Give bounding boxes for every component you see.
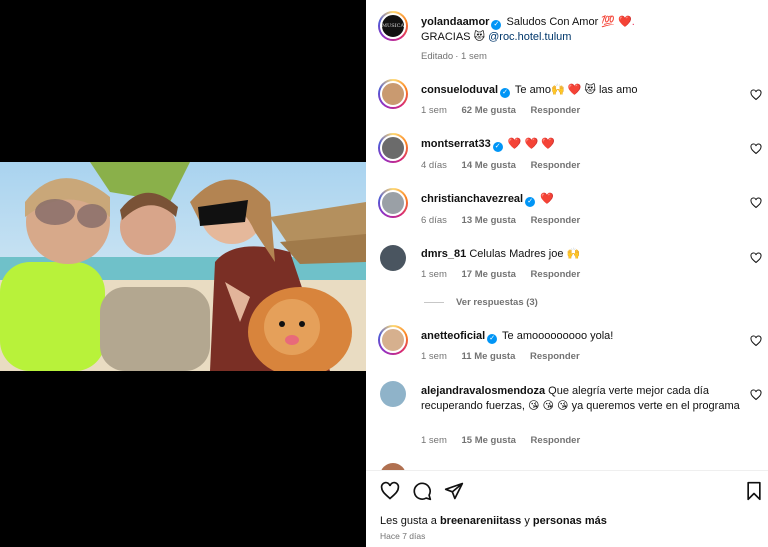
comment-bubble-icon[interactable] — [412, 481, 432, 501]
author-username[interactable]: yolandaamor — [421, 16, 489, 28]
edited-time: 1 sem — [461, 51, 487, 62]
caption: yolandaamor ✓ Saludos Con Amor 💯 ❤️. GRAC… — [421, 15, 740, 45]
comment-username[interactable]: consueloduval — [421, 84, 498, 96]
comment-meta: 1 sem 62 Me gusta Responder — [421, 105, 592, 116]
likes-user[interactable]: breenareniitass — [440, 515, 521, 527]
comment-username[interactable]: montserrat33 — [421, 138, 491, 150]
action-bar: Les gusta a breenareniitass y personas m… — [366, 471, 768, 547]
verified-badge-icon: ✓ — [492, 142, 503, 152]
comment-likes[interactable]: 17 Me gusta — [462, 269, 516, 280]
mention-link[interactable]: @roc.hotel.tulum — [488, 31, 571, 43]
comment-username[interactable]: anetteoficial — [421, 330, 485, 342]
reply-button[interactable]: Responder — [531, 435, 581, 446]
comment-meta: 1 sem 17 Me gusta Responder — [421, 269, 592, 280]
comment-text: ❤️ ❤️ ❤️ — [507, 138, 555, 150]
comment-text-row: consueloduval ✓ Te amo🙌 ❤️ 😻 las amo — [421, 83, 740, 98]
like-heart-icon[interactable] — [380, 481, 400, 501]
likes-mid: y — [524, 515, 530, 527]
comment-time: 6 días — [421, 215, 447, 226]
caption-emoji: 💯 ❤️. — [601, 16, 635, 28]
post-photo[interactable] — [0, 162, 366, 371]
comments-panel: MUSICA yolandaamor ✓ Saludos Con Amor 💯 ❤… — [366, 0, 768, 547]
reply-button[interactable]: Responder — [531, 269, 581, 280]
comments-scroll-area[interactable]: MUSICA yolandaamor ✓ Saludos Con Amor 💯 ❤… — [366, 0, 768, 470]
comment-time: 1 sem — [421, 105, 447, 116]
comment-username[interactable]: alejandravalosmendoza — [421, 385, 545, 397]
commenter-avatar[interactable] — [380, 245, 406, 271]
comment-likes[interactable]: 14 Me gusta — [462, 160, 516, 171]
heart-outline-icon[interactable] — [750, 335, 762, 347]
comment-likes[interactable]: 11 Me gusta — [462, 351, 516, 362]
bookmark-icon[interactable] — [744, 481, 764, 501]
commenter-avatar[interactable] — [378, 188, 408, 218]
caption-line2: GRACIAS — [421, 31, 471, 43]
comment-meta: 6 días 13 Me gusta Responder — [421, 215, 592, 226]
comment-time: 4 días — [421, 160, 447, 171]
reply-button[interactable]: Responder — [530, 351, 580, 362]
likes-others[interactable]: personas más — [533, 515, 607, 527]
commenter-avatar[interactable] — [378, 133, 408, 163]
reply-button[interactable]: Responder — [531, 215, 581, 226]
post-timestamp: Hace 7 días — [380, 531, 426, 541]
view-replies-button[interactable]: Ver respuestas (3) — [424, 297, 538, 308]
comment-meta: 1 sem 11 Me gusta Responder — [421, 351, 592, 362]
comment-meta: 1 sem 15 Me gusta Responder — [421, 435, 592, 446]
reply-button[interactable]: Responder — [531, 105, 581, 116]
verified-badge-icon: ✓ — [500, 88, 511, 98]
author-avatar[interactable]: MUSICA — [378, 11, 408, 41]
likes-prefix: Les gusta a — [380, 515, 437, 527]
caption-emoji2: 😻 — [473, 31, 486, 43]
author-avatar-text: MUSICA — [381, 23, 405, 29]
verified-badge-icon: ✓ — [525, 197, 536, 207]
comment-text-row: christianchavezreal ✓ ❤️ — [421, 192, 740, 207]
comment-time: 1 sem — [421, 435, 447, 446]
edited-label: Editado — [421, 51, 454, 62]
likes-summary: Les gusta a breenareniitass y personas m… — [380, 515, 607, 527]
caption-meta: Editado · 1 sem — [421, 51, 487, 62]
heart-outline-icon[interactable] — [750, 89, 762, 101]
media-panel — [0, 0, 366, 547]
commenter-avatar[interactable] — [380, 381, 406, 407]
comment-time: 1 sem — [421, 351, 447, 362]
comment-likes[interactable]: 15 Me gusta — [462, 435, 516, 446]
comment-likes[interactable]: 62 Me gusta — [462, 105, 516, 116]
comment-username[interactable]: christianchavezreal — [421, 193, 523, 205]
heart-outline-icon[interactable] — [750, 389, 762, 401]
heart-outline-icon[interactable] — [750, 197, 762, 209]
comment-text: Celulas Madres joe 🙌 — [469, 248, 581, 260]
share-paper-plane-icon[interactable] — [444, 481, 464, 501]
heart-outline-icon[interactable] — [750, 252, 762, 264]
commenter-avatar[interactable] — [378, 79, 408, 109]
view-replies-label: Ver respuestas (3) — [456, 297, 538, 308]
comment-time: 1 sem — [421, 269, 447, 280]
comment-likes[interactable]: 13 Me gusta — [462, 215, 516, 226]
commenter-avatar-partial[interactable] — [380, 463, 406, 470]
comment-meta: 4 días 14 Me gusta Responder — [421, 160, 592, 171]
comment-text-row: montserrat33 ✓ ❤️ ❤️ ❤️ — [421, 137, 740, 152]
caption-text: Saludos Con Amor — [506, 16, 599, 28]
comment-text-row: dmrs_81 Celulas Madres joe 🙌 — [421, 247, 740, 262]
comment-text-row: alejandravalosmendoza Que alegría verte … — [421, 384, 740, 414]
comment-text: Te amooooooooo yola! — [502, 330, 614, 342]
verified-badge-icon: ✓ — [491, 20, 502, 30]
comment-text: ❤️ — [540, 193, 554, 205]
comment-text-row: anetteoficial ✓ Te amooooooooo yola! — [421, 329, 740, 344]
reply-button[interactable]: Responder — [531, 160, 581, 171]
comment-text: Te amo🙌 ❤️ 😻 las amo — [514, 84, 638, 96]
commenter-avatar[interactable] — [378, 325, 408, 355]
replies-divider — [424, 301, 444, 303]
comment-username[interactable]: dmrs_81 — [421, 248, 466, 260]
heart-outline-icon[interactable] — [750, 143, 762, 155]
verified-badge-icon: ✓ — [487, 334, 498, 344]
